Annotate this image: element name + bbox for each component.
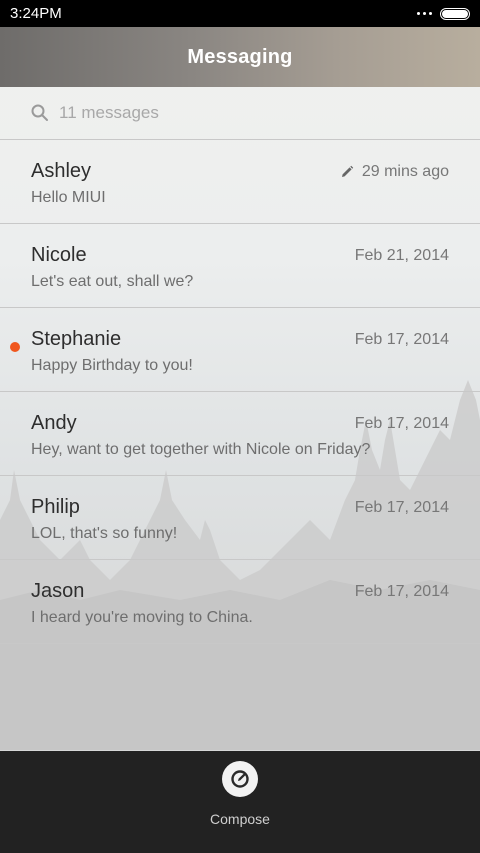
message-preview: LOL, that's so funny! [31, 525, 178, 542]
conversation-row-stephanie[interactable]: Stephanie Happy Birthday to you! Feb 17,… [0, 308, 480, 392]
compose-button[interactable]: Compose [210, 761, 270, 827]
battery-icon [440, 7, 470, 20]
unread-dot-icon [10, 342, 20, 352]
message-time: Feb 17, 2014 [355, 583, 449, 601]
conversation-row-philip[interactable]: Philip LOL, that's so funny! Feb 17, 201… [0, 476, 480, 560]
message-time: 29 mins ago [340, 163, 449, 181]
status-icons [417, 7, 470, 20]
conversation-row-ashley[interactable]: Ashley Hello MIUI 29 mins ago [0, 140, 480, 224]
draft-pencil-icon [341, 165, 354, 177]
message-time: Feb 17, 2014 [355, 499, 449, 517]
search-input[interactable] [59, 103, 419, 123]
message-time: Feb 21, 2014 [355, 247, 449, 265]
app-header: Messaging [0, 27, 480, 87]
search-bar[interactable] [0, 87, 480, 140]
compose-pencil-icon [231, 770, 249, 788]
message-time-text: Feb 21, 2014 [354, 247, 449, 264]
status-time: 3:24PM [10, 5, 62, 22]
status-bar: 3:24PM [0, 0, 480, 27]
message-preview: Let's eat out, shall we? [31, 273, 194, 290]
message-time-text: 29 mins ago [361, 163, 449, 180]
conversation-row-andy[interactable]: Andy Hey, want to get together with Nico… [0, 392, 480, 476]
compose-icon[interactable] [221, 761, 258, 797]
message-preview: Hello MIUI [31, 189, 106, 206]
message-preview: Hey, want to get together with Nicole on… [31, 441, 371, 458]
message-time-text: Feb 17, 2014 [354, 415, 449, 432]
message-time-text: Feb 17, 2014 [354, 583, 449, 600]
message-time: Feb 17, 2014 [355, 415, 449, 433]
conversation-row-nicole[interactable]: Nicole Let's eat out, shall we? Feb 21, … [0, 224, 480, 308]
message-time-text: Feb 17, 2014 [354, 499, 449, 516]
message-time-text: Feb 17, 2014 [354, 331, 449, 348]
message-time: Feb 17, 2014 [355, 331, 449, 349]
message-preview: Happy Birthday to you! [31, 357, 193, 374]
message-preview: I heard you're moving to China. [31, 609, 253, 626]
search-icon [31, 104, 48, 121]
more-dots-icon [417, 12, 432, 15]
page-title: Messaging [187, 45, 293, 68]
compose-label: Compose [210, 811, 270, 827]
message-list: Ashley Hello MIUI 29 mins ago Nicole Let… [0, 140, 480, 644]
bottom-action-bar: Compose [0, 751, 480, 853]
conversation-row-jason[interactable]: Jason I heard you're moving to China. Fe… [0, 560, 480, 644]
